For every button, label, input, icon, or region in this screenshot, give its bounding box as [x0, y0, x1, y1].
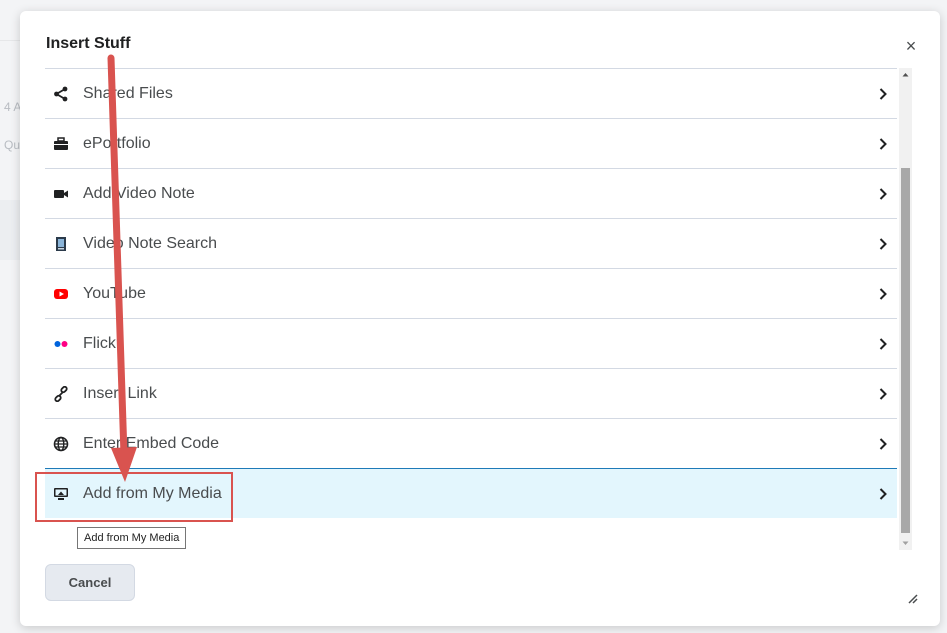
list-item-shared-files[interactable]: Shared Files — [45, 69, 897, 119]
list-item-flickr[interactable]: Flickr — [45, 319, 897, 369]
chevron-right-icon — [879, 237, 887, 250]
briefcase-icon — [53, 136, 69, 152]
list-item-enter-embed-code[interactable]: Enter Embed Code — [45, 419, 897, 469]
list-item-label: Flickr — [83, 334, 122, 352]
flickr-icon — [53, 336, 69, 352]
list-scrollbar[interactable] — [899, 68, 912, 550]
background-divider — [0, 40, 20, 41]
media-icon — [53, 486, 69, 502]
list-item-label: Add from My Media — [83, 484, 222, 502]
chevron-right-icon — [879, 387, 887, 400]
list-item-label: Video Note Search — [83, 234, 218, 252]
share-icon — [53, 86, 69, 102]
list-item-label: Shared Files — [83, 84, 173, 102]
chevron-right-icon — [879, 87, 887, 100]
globe-icon — [53, 436, 69, 452]
chevron-right-icon — [879, 187, 887, 200]
cancel-button[interactable]: Cancel — [45, 564, 135, 601]
background-text: 4 A — [4, 100, 22, 114]
dialog-title: Insert Stuff — [46, 35, 131, 52]
list-item-add-video-note[interactable]: Add Video Note — [45, 169, 897, 219]
tooltip: Add from My Media — [77, 527, 187, 549]
chevron-right-icon — [879, 437, 887, 450]
chevron-right-icon — [879, 137, 887, 150]
list-item-label: ePortfolio — [83, 134, 151, 152]
insert-stuff-dialog: Insert Stuff × Shared Files ePortfolio A… — [20, 11, 940, 626]
list-item-label: Insert Link — [83, 384, 157, 402]
youtube-icon — [53, 286, 69, 302]
video-note-search-icon — [53, 236, 69, 252]
list-item-add-from-my-media[interactable]: Add from My Media — [45, 468, 897, 518]
chevron-right-icon — [879, 487, 887, 500]
resize-handle-icon[interactable] — [906, 592, 918, 604]
background-text: Qu — [4, 138, 21, 152]
scroll-up-icon[interactable] — [899, 68, 912, 82]
insert-stuff-list: Shared Files ePortfolio Add Video Note V… — [45, 68, 897, 521]
chevron-right-icon — [879, 337, 887, 350]
list-item-eportfolio[interactable]: ePortfolio — [45, 119, 897, 169]
list-item-insert-link[interactable]: Insert Link — [45, 369, 897, 419]
list-item-youtube[interactable]: YouTube — [45, 269, 897, 319]
list-item-video-note-search[interactable]: Video Note Search — [45, 219, 897, 269]
chevron-right-icon — [879, 287, 887, 300]
list-item-label: Enter Embed Code — [83, 434, 220, 452]
background-panel — [0, 200, 20, 260]
scrollbar-thumb[interactable] — [901, 168, 910, 533]
scroll-down-icon[interactable] — [899, 536, 912, 550]
video-camera-icon — [53, 186, 69, 202]
list-item-label: YouTube — [83, 284, 146, 302]
close-button[interactable]: × — [904, 37, 918, 55]
link-icon — [53, 385, 69, 402]
list-item-label: Add Video Note — [83, 184, 195, 202]
